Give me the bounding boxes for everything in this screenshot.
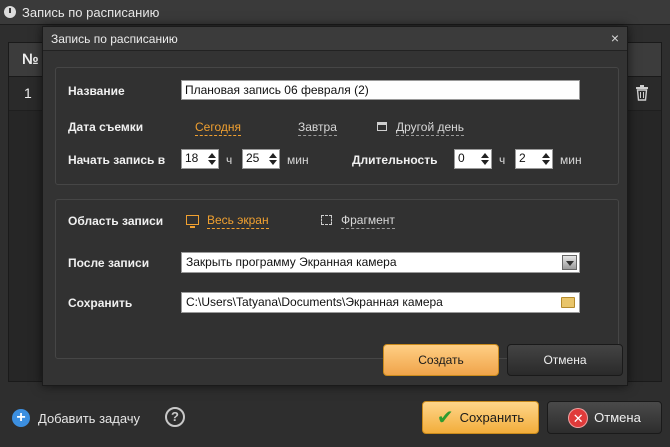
add-task-label: Добавить задачу [38, 410, 141, 426]
save-button-label: Сохранить [459, 410, 525, 425]
schedule-settings-panel: Название Плановая запись 06 февраля (2) … [55, 67, 619, 185]
start-minute-spinner[interactable]: 25 [242, 149, 280, 169]
spinner-up-icon[interactable] [208, 153, 216, 158]
plus-icon: + [12, 409, 30, 427]
minute-unit: мин [560, 153, 582, 167]
row-number: 1 [24, 85, 32, 101]
close-icon[interactable]: × [611, 30, 619, 46]
start-time-label: Начать запись в [68, 153, 166, 167]
name-input[interactable]: Плановая запись 06 февраля (2) [181, 80, 580, 100]
window-title: Запись по расписанию [22, 4, 160, 20]
name-label: Название [68, 84, 125, 98]
date-label: Дата съемки [68, 120, 144, 134]
save-path-value: C:\Users\Tatyana\Documents\Экранная каме… [186, 295, 443, 309]
dropdown-arrow-icon[interactable] [562, 255, 577, 270]
date-option-other-day[interactable]: Другой день [396, 120, 465, 136]
window-titlebar: Запись по расписанию [0, 0, 670, 25]
after-record-label: После записи [68, 256, 150, 270]
duration-hour-spinner[interactable]: 0 [454, 149, 492, 169]
hour-unit: ч [226, 153, 233, 167]
folder-icon[interactable] [561, 297, 575, 308]
date-option-tomorrow[interactable]: Завтра [298, 120, 337, 136]
minute-unit: мин [287, 153, 309, 167]
duration-minute-value: 2 [519, 151, 526, 165]
area-label: Область записи [68, 214, 164, 228]
dialog-title: Запись по расписанию [51, 32, 178, 46]
after-record-select[interactable]: Закрыть программу Экранная камера [181, 252, 580, 273]
fragment-icon [321, 215, 332, 225]
start-hour-spinner[interactable]: 18 [181, 149, 219, 169]
date-option-today[interactable]: Сегодня [195, 120, 241, 136]
trash-icon[interactable] [635, 85, 649, 101]
start-hour-value: 18 [185, 151, 199, 165]
monitor-icon [186, 215, 199, 228]
area-option-fragment[interactable]: Фрагмент [341, 213, 395, 229]
spinner-down-icon[interactable] [542, 160, 550, 165]
save-path-input[interactable]: C:\Users\Tatyana\Documents\Экранная каме… [181, 292, 580, 313]
help-icon[interactable]: ? [165, 407, 185, 427]
spinner-up-icon[interactable] [269, 153, 277, 158]
record-options-panel: Область записи Весь экран Фрагмент После… [55, 199, 619, 359]
dialog-titlebar: Запись по расписанию × [43, 27, 627, 51]
duration-minute-spinner[interactable]: 2 [515, 149, 553, 169]
app-clock-icon [4, 6, 16, 18]
duration-hour-value: 0 [458, 151, 465, 165]
save-path-label: Сохранить [68, 296, 133, 310]
spinner-down-icon[interactable] [481, 160, 489, 165]
hour-unit: ч [499, 153, 506, 167]
save-button[interactable]: ✔ Сохранить [422, 401, 539, 434]
dialog-cancel-button[interactable]: Отмена [507, 344, 623, 376]
cancel-button-label: Отмена [594, 410, 641, 425]
area-option-fullscreen[interactable]: Весь экран [207, 213, 269, 229]
duration-label: Длительность [352, 153, 438, 167]
close-circle-icon: ✕ [568, 407, 589, 428]
schedule-dialog: Запись по расписанию × Название Плановая… [42, 26, 628, 386]
cancel-button[interactable]: ✕ Отмена [547, 401, 662, 434]
calendar-icon [377, 122, 387, 131]
check-icon: ✔ [436, 407, 454, 429]
start-minute-value: 25 [246, 151, 260, 165]
spinner-up-icon[interactable] [481, 153, 489, 158]
spinner-down-icon[interactable] [208, 160, 216, 165]
window-footer: + Добавить задачу ? ✔ Сохранить ✕ Отмена [0, 392, 670, 447]
column-header-number: № [22, 51, 39, 68]
add-task-button[interactable]: + Добавить задачу [12, 409, 140, 427]
spinner-up-icon[interactable] [542, 153, 550, 158]
after-record-value: Закрыть программу Экранная камера [186, 255, 397, 269]
spinner-down-icon[interactable] [269, 160, 277, 165]
create-button[interactable]: Создать [383, 344, 499, 376]
